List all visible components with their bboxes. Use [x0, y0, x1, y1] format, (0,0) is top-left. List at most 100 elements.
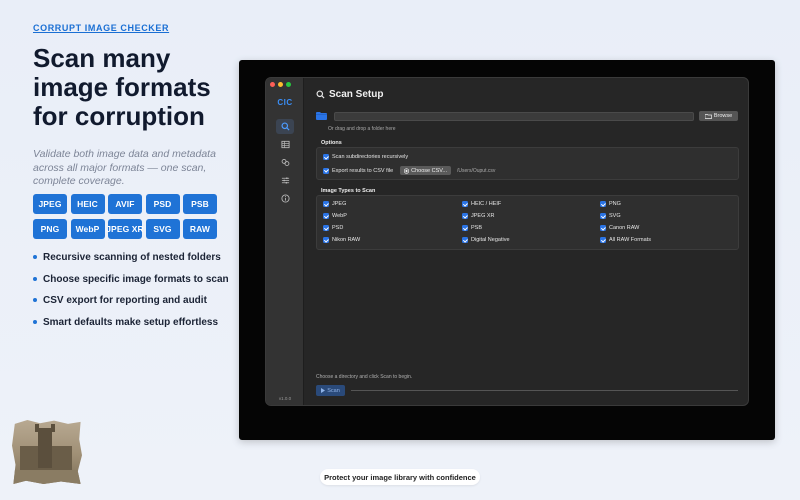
headline: Scan many image formats for corruption: [33, 43, 211, 131]
recursive-label: Scan subdirectories recursively: [332, 154, 409, 160]
type-label: JPEG XR: [471, 213, 495, 219]
format-chip: AVIF: [108, 194, 142, 214]
search-icon: [280, 122, 290, 131]
link-icon: [281, 158, 289, 167]
scan-progress-bar: [351, 390, 738, 391]
folder-icon: [316, 112, 327, 120]
options-panel: Scan subdirectories recursively Export r…: [316, 147, 739, 180]
sidebar-item-scan[interactable]: [276, 119, 294, 134]
sliders-icon: [281, 177, 289, 184]
type-label: HEIC / HEIF: [471, 201, 502, 207]
type-option[interactable]: Digital Negative: [462, 237, 510, 243]
type-checkbox[interactable]: [323, 237, 329, 243]
type-option[interactable]: JPEG XR: [462, 213, 495, 219]
recursive-checkbox[interactable]: [323, 154, 329, 160]
type-checkbox[interactable]: [600, 225, 606, 231]
page-header: Scan Setup: [316, 89, 383, 100]
minimize-window-button[interactable]: [278, 82, 283, 87]
export-csv-checkbox[interactable]: [323, 167, 329, 174]
format-chip: WebP: [70, 219, 105, 239]
type-checkbox[interactable]: [323, 201, 329, 207]
type-option[interactable]: JPEG: [323, 201, 346, 207]
type-label: Nikon RAW: [332, 237, 361, 243]
subtext: Validate both image data and metadata ac…: [33, 148, 216, 187]
type-option[interactable]: SVG: [600, 213, 621, 219]
type-label: All RAW Formats: [609, 237, 651, 243]
type-option[interactable]: Canon RAW: [600, 225, 639, 231]
type-checkbox[interactable]: [323, 213, 329, 219]
info-icon: [280, 194, 290, 203]
feature-list: Recursive scanning of nested folders Cho…: [33, 252, 233, 338]
type-label: SVG: [609, 213, 621, 219]
type-checkbox[interactable]: [462, 225, 468, 231]
close-window-button[interactable]: [270, 82, 275, 87]
sidebar-item-results[interactable]: [276, 137, 294, 152]
feature-item: Choose specific image formats to scan: [33, 274, 233, 285]
app-window: CIC v1.0.0 Scan Setup Browse Or drag and: [265, 77, 749, 406]
choose-csv-button[interactable]: Choose CSV...: [400, 166, 452, 175]
page-title: Scan Setup: [329, 89, 384, 100]
type-label: Canon RAW: [609, 225, 640, 231]
type-label: PSD: [332, 225, 344, 231]
format-chip: JPEG XR: [106, 219, 144, 239]
feature-item: CSV export for reporting and audit: [33, 295, 233, 306]
type-label: Digital Negative: [471, 237, 510, 243]
zoom-window-button[interactable]: [286, 82, 291, 87]
play-icon: [321, 388, 326, 393]
type-option[interactable]: PNG: [600, 201, 621, 207]
folder-path-input[interactable]: [334, 112, 694, 121]
format-chip: SVG: [145, 219, 180, 239]
main-content: Scan Setup Browse Or drag and drop a fol…: [304, 78, 748, 405]
type-option[interactable]: HEIC / HEIF: [462, 201, 501, 207]
type-checkbox[interactable]: [462, 237, 468, 243]
image-types-panel: JPEG HEIC / HEIF PNG WebP JPEG XR SVG PS…: [316, 195, 739, 250]
options-section-label: Options: [321, 140, 342, 146]
photo-ground: [12, 470, 82, 484]
type-label: JPEG: [332, 201, 347, 207]
search-icon: [316, 90, 325, 99]
footer-tagline: Protect your image library with confiden…: [320, 469, 480, 485]
format-chip: HEIC: [70, 194, 105, 214]
export-csv-label: Export results to CSV file: [332, 167, 394, 174]
sidebar: CIC v1.0.0: [266, 78, 304, 405]
format-chip: RAW: [183, 219, 217, 239]
scan-button[interactable]: Scan: [316, 385, 345, 396]
type-option[interactable]: WebP: [323, 213, 347, 219]
type-checkbox[interactable]: [462, 213, 468, 219]
type-checkbox[interactable]: [600, 237, 606, 243]
drop-hint: Or drag and drop a folder here: [328, 126, 396, 132]
type-checkbox[interactable]: [462, 201, 468, 207]
folder-open-icon: [704, 113, 712, 119]
sidebar-item-about[interactable]: [276, 191, 294, 206]
recursive-option[interactable]: Scan subdirectories recursively: [323, 154, 408, 160]
type-label: PSB: [471, 225, 483, 231]
document-icon: [404, 167, 410, 174]
type-label: PNG: [609, 201, 621, 207]
type-checkbox[interactable]: [600, 201, 606, 207]
type-option[interactable]: Nikon RAW: [323, 237, 360, 243]
type-option[interactable]: PSB: [462, 225, 482, 231]
format-chip: JPEG: [33, 194, 67, 214]
damaged-photo-image: [12, 420, 82, 484]
type-checkbox[interactable]: [323, 225, 329, 231]
csv-path-label: /Users/Ouput.csv: [457, 167, 496, 174]
browse-button[interactable]: Browse: [699, 111, 738, 121]
sidebar-item-links[interactable]: [276, 155, 294, 170]
sidebar-item-settings[interactable]: [276, 173, 294, 188]
window-controls: [270, 82, 291, 87]
app-logo: CIC: [277, 98, 293, 107]
feature-item: Smart defaults make setup effortless: [33, 317, 233, 328]
format-chip: PNG: [33, 219, 67, 239]
table-icon: [280, 140, 290, 149]
format-chips: JPEG HEIC AVIF PSD PSB PNG WebP JPEG XR …: [33, 194, 223, 239]
browse-label: Browse: [713, 113, 733, 119]
type-option[interactable]: All RAW Formats: [600, 237, 651, 243]
scan-label: Scan: [327, 387, 340, 394]
type-option[interactable]: PSD: [323, 225, 343, 231]
photo-church-tower: [35, 424, 52, 468]
export-option[interactable]: Export results to CSV file Choose CSV...…: [323, 166, 495, 175]
format-chip: PSB: [183, 194, 217, 214]
image-types-section-label: Image Types to Scan: [321, 188, 376, 194]
type-checkbox[interactable]: [600, 213, 606, 219]
format-chip: PSD: [145, 194, 180, 214]
